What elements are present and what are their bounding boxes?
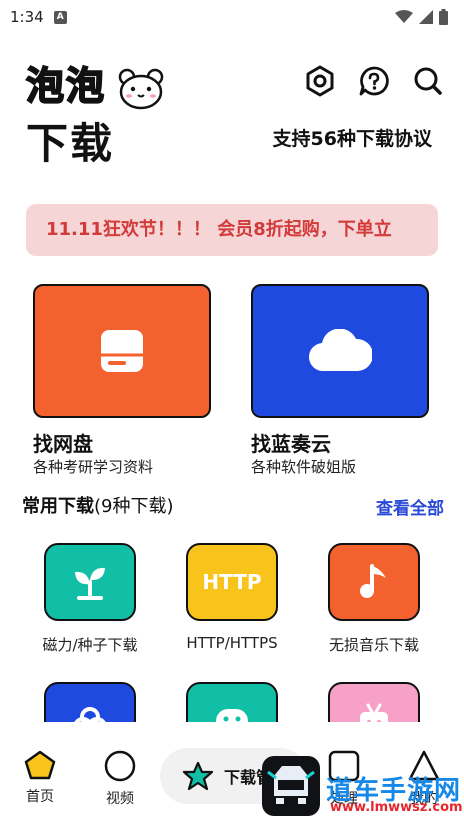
http-download-label: HTTP/HTTPS (186, 634, 278, 652)
music-download-label: 无损音乐下载 (328, 636, 419, 654)
nav-video-label: 视频 (106, 791, 134, 807)
lanzou-card-subtitle: 各种软件破姐版 (251, 458, 357, 476)
app-logo: 泡泡 (25, 63, 107, 109)
protocol-count-text: 支持56种下载协议 (272, 128, 432, 150)
see-all-link[interactable]: 查看全部 (376, 494, 444, 519)
download-count: (9种下载) (94, 496, 174, 517)
page-title: 下载 (26, 119, 115, 168)
lanzou-card[interactable] (251, 284, 429, 418)
notification-app-icon: A (53, 10, 67, 24)
nav-home-label: 首页 (26, 789, 54, 805)
search-icon (414, 67, 442, 95)
star-icon (182, 761, 214, 791)
logo-text: 泡泡 (25, 63, 107, 109)
bear-logo-icon (118, 68, 164, 110)
wifi-icon (395, 10, 413, 23)
battery-icon (439, 9, 448, 25)
home-pentagon-icon (24, 750, 56, 780)
video-circle-icon (104, 750, 136, 782)
signal-icon (419, 10, 433, 24)
help-bubble-icon (359, 66, 389, 96)
top-toolbar (304, 64, 444, 98)
status-icons (395, 9, 448, 25)
nav-home[interactable]: 首页 (10, 750, 70, 806)
help-button[interactable] (358, 64, 390, 98)
lanzou-card-title: 找蓝奏云 (251, 432, 331, 456)
netdisk-card-subtitle: 各种考研学习资料 (33, 458, 154, 476)
netdisk-card-title: 找网盘 (33, 432, 93, 456)
hard-drive-icon (101, 330, 143, 372)
music-note-icon (360, 564, 386, 598)
http-icon: HTTP (202, 570, 262, 594)
search-button[interactable] (412, 64, 444, 98)
settings-button[interactable] (304, 64, 336, 98)
music-download-tile[interactable] (328, 543, 420, 621)
magnet-download-label: 磁力/种子下载 (42, 636, 138, 654)
sprout-icon (75, 567, 105, 600)
status-time: 1:34 (10, 8, 44, 26)
common-downloads-heading: 常用下载(9种下载) (22, 496, 174, 517)
promo-text: 11.11狂欢节！！！ 会员8折起购，下单立 (46, 219, 392, 240)
cloud-icon (308, 329, 372, 372)
magnet-download-tile[interactable] (44, 543, 136, 621)
watermark-url: www.lmwwsz.com (330, 800, 463, 815)
watermark-car-icon (262, 756, 320, 816)
netdisk-card[interactable] (33, 284, 211, 418)
hexagon-settings-icon (306, 65, 334, 97)
nav-video[interactable]: 视频 (90, 750, 150, 808)
status-bar: 1:34 A (0, 0, 464, 34)
promo-banner[interactable]: 11.11狂欢节！！！ 会员8折起购，下单立 (26, 204, 438, 256)
http-download-tile[interactable]: HTTP (186, 543, 278, 621)
